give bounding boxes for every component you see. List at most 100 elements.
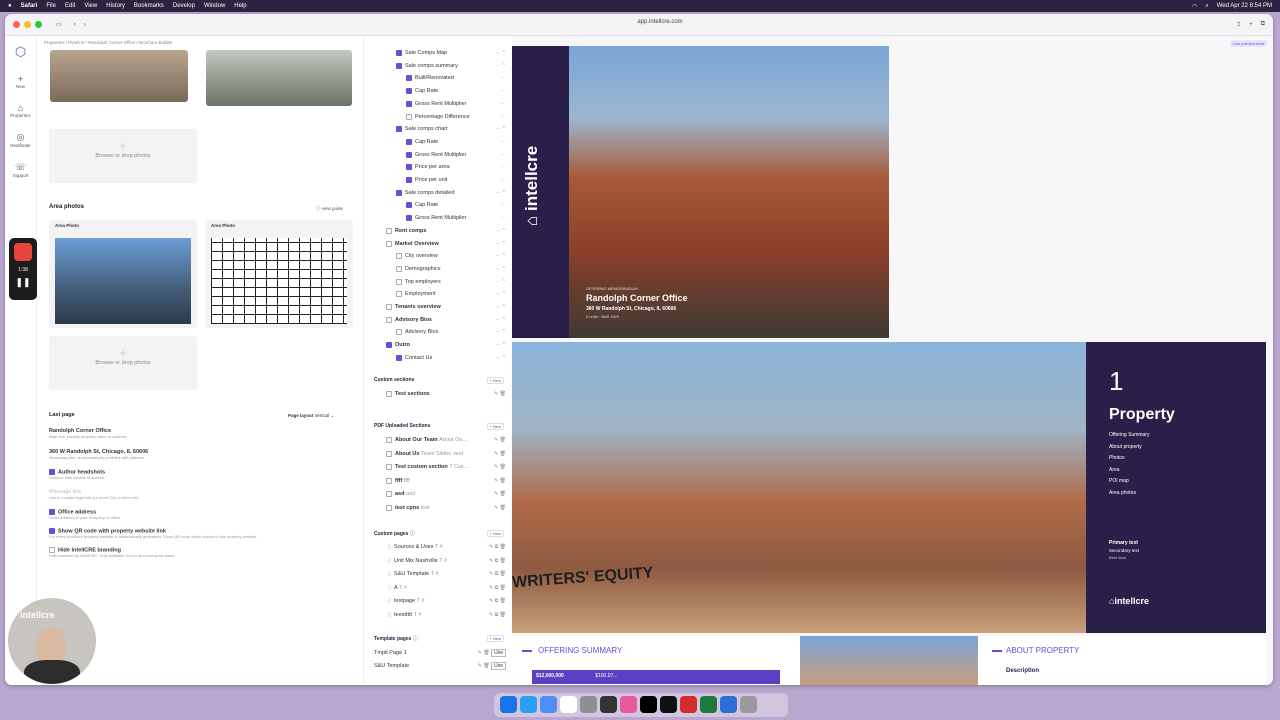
more-options-icon[interactable]: ⋯ <box>501 215 506 221</box>
pdf-section-row[interactable]: asd asd <box>386 491 415 497</box>
zoom-window-icon[interactable] <box>35 21 42 28</box>
template-page-row[interactable]: Tmplt Page 1 <box>374 650 407 656</box>
use-template-button[interactable]: Use <box>491 662 506 670</box>
more-options-icon[interactable]: ⋯ ⌃ <box>495 228 506 234</box>
section-row[interactable]: Employment <box>396 291 436 298</box>
more-options-icon[interactable]: ⋯ <box>501 139 506 145</box>
photo-thumbnail[interactable] <box>206 50 352 106</box>
app-icon[interactable] <box>600 696 617 713</box>
more-options-icon[interactable]: ⋯ <box>501 152 506 158</box>
section-checkbox[interactable] <box>406 151 412 158</box>
breadcrumb-brochure-builder[interactable]: Brochure Builder <box>139 40 173 45</box>
photos-icon[interactable] <box>620 696 637 713</box>
pause-icon[interactable]: ❚❚ <box>9 277 37 288</box>
section-checkbox[interactable] <box>396 50 402 56</box>
breadcrumb-pipeline[interactable]: Pipeline <box>68 40 84 45</box>
more-options-icon[interactable]: ⋯ ⌃ <box>495 291 506 297</box>
live-preview-badge[interactable]: Live preview beta <box>1229 40 1267 47</box>
section-checkbox[interactable] <box>406 164 412 171</box>
safari-icon[interactable] <box>520 696 537 713</box>
new-tab-icon[interactable]: + <box>1249 22 1253 28</box>
hide-branding-checkbox[interactable] <box>49 547 55 553</box>
section-row[interactable]: Gross Rent Multiplier <box>406 151 466 158</box>
section-row[interactable]: Sale comps detailed <box>396 189 455 196</box>
section-checkbox[interactable] <box>386 342 392 349</box>
message-line-field[interactable]: Message line Use to include legal info (i… <box>49 489 139 500</box>
section-row[interactable]: Top employers <box>396 278 441 285</box>
row-actions[interactable]: ✎ 🗑 <box>494 491 506 497</box>
more-options-icon[interactable]: ⋯ <box>501 101 506 107</box>
menu-window[interactable]: Window <box>204 3 225 9</box>
webcam-bubble[interactable]: intellcre <box>8 598 96 684</box>
custom-page-row[interactable]: ▯ Sources & Uses T # <box>388 544 443 550</box>
minimize-window-icon[interactable] <box>24 21 31 28</box>
section-row[interactable]: Demographics <box>396 265 440 272</box>
menu-app-name[interactable]: Safari <box>21 3 38 9</box>
section-checkbox[interactable] <box>406 113 412 120</box>
more-options-icon[interactable]: ⋯ ⌃ <box>495 63 506 69</box>
section-checkbox[interactable] <box>396 278 402 285</box>
app-icon[interactable] <box>720 696 737 713</box>
new-template-page-button[interactable]: + New <box>486 635 504 642</box>
more-options-icon[interactable]: ⋯ <box>501 88 506 94</box>
excel-icon[interactable] <box>700 696 717 713</box>
menu-file[interactable]: File <box>46 3 56 9</box>
nav-properties[interactable]: ⌂ Properties <box>5 103 36 118</box>
custom-page-row[interactable]: ▯ S&U Template T # <box>388 571 438 577</box>
section-checkbox[interactable] <box>396 265 402 272</box>
row-actions[interactable]: ✎ ⧉ 🗑 <box>489 598 506 604</box>
settings-icon[interactable] <box>580 696 597 713</box>
section-row[interactable]: Cap Rate <box>406 138 438 145</box>
apple-icon[interactable]: ● <box>8 3 12 9</box>
more-options-icon[interactable]: ⋯ ⌃ <box>495 342 506 348</box>
custom-page-row[interactable]: ▯ A T # <box>388 585 407 591</box>
row-actions[interactable]: ✎ 🗑 <box>494 437 506 443</box>
address-bar[interactable]: app.intellcre.com <box>565 19 755 25</box>
pdf-section-checkbox[interactable] <box>386 491 392 497</box>
tab-overview-icon[interactable]: ⧉ <box>1261 21 1265 28</box>
breadcrumb-property[interactable]: Randolph Corner Office <box>88 40 135 45</box>
menu-develop[interactable]: Develop <box>173 3 195 9</box>
more-options-icon[interactable]: ⋯ ⌃ <box>495 279 506 285</box>
clock[interactable]: Wed Apr 22 8:54 PM <box>1217 3 1272 9</box>
notion-icon[interactable] <box>640 696 657 713</box>
property-slide[interactable]: WRITERS' EQUITY 1 Property Offering Summ… <box>512 342 1266 633</box>
row-actions[interactable]: ✎ ⧉ 🗑 <box>489 612 506 618</box>
more-options-icon[interactable]: ⋯ ⌃ <box>495 317 506 323</box>
use-template-button[interactable]: Use <box>491 649 506 657</box>
menu-help[interactable]: Help <box>234 3 246 9</box>
stop-recording-button[interactable] <box>14 243 32 261</box>
row-actions[interactable]: ✎ ⧉ 🗑 <box>489 571 506 577</box>
section-checkbox[interactable] <box>396 126 402 133</box>
trash-icon[interactable] <box>740 696 757 713</box>
custom-section-row[interactable]: Test sections <box>386 391 430 397</box>
menu-edit[interactable]: Edit <box>65 3 75 9</box>
share-icon[interactable]: ⇪ <box>1236 21 1241 28</box>
intellcre-logo-icon[interactable]: ⬡ <box>5 44 36 60</box>
row-actions[interactable]: ✎ 🗑 <box>494 505 506 511</box>
photo-dropzone[interactable]: + Browse or drop photos <box>49 336 197 390</box>
pdf-section-row[interactable]: About Us Team Slides -test <box>386 450 463 457</box>
more-options-icon[interactable]: ⋯ <box>501 202 506 208</box>
more-options-icon[interactable]: ⋯ <box>501 114 506 120</box>
close-window-icon[interactable] <box>13 21 20 28</box>
section-row[interactable]: City overview <box>396 253 438 260</box>
section-checkbox[interactable] <box>406 138 412 145</box>
section-checkbox[interactable] <box>396 253 402 260</box>
section-row[interactable]: Sale Comps Map <box>396 50 447 56</box>
more-options-icon[interactable]: ⋯ ⌃ <box>495 329 506 335</box>
section-row[interactable]: Price per area <box>406 164 450 171</box>
acrobat-icon[interactable] <box>680 696 697 713</box>
section-checkbox[interactable] <box>406 75 412 82</box>
row-actions[interactable]: ✎ 🗑 <box>494 464 506 470</box>
photo-dropzone[interactable]: + Browse or drop photos <box>49 129 197 183</box>
row-actions[interactable]: ✎ ⧉ 🗑 <box>489 558 506 564</box>
qr-code-checkbox[interactable] <box>49 528 55 534</box>
office-address-checkbox[interactable] <box>49 509 55 515</box>
more-options-icon[interactable]: ⋯ ⌃ <box>495 50 506 56</box>
pdf-section-row[interactable]: About Our Team About Ou... <box>386 437 467 443</box>
summary-slide[interactable]: OFFERING SUMMARY $12,000,000 $100.07... … <box>512 636 1266 685</box>
calendar-icon[interactable] <box>560 696 577 713</box>
back-icon[interactable]: ‹ <box>74 22 76 28</box>
new-pdf-section-button[interactable]: + New <box>486 423 504 430</box>
